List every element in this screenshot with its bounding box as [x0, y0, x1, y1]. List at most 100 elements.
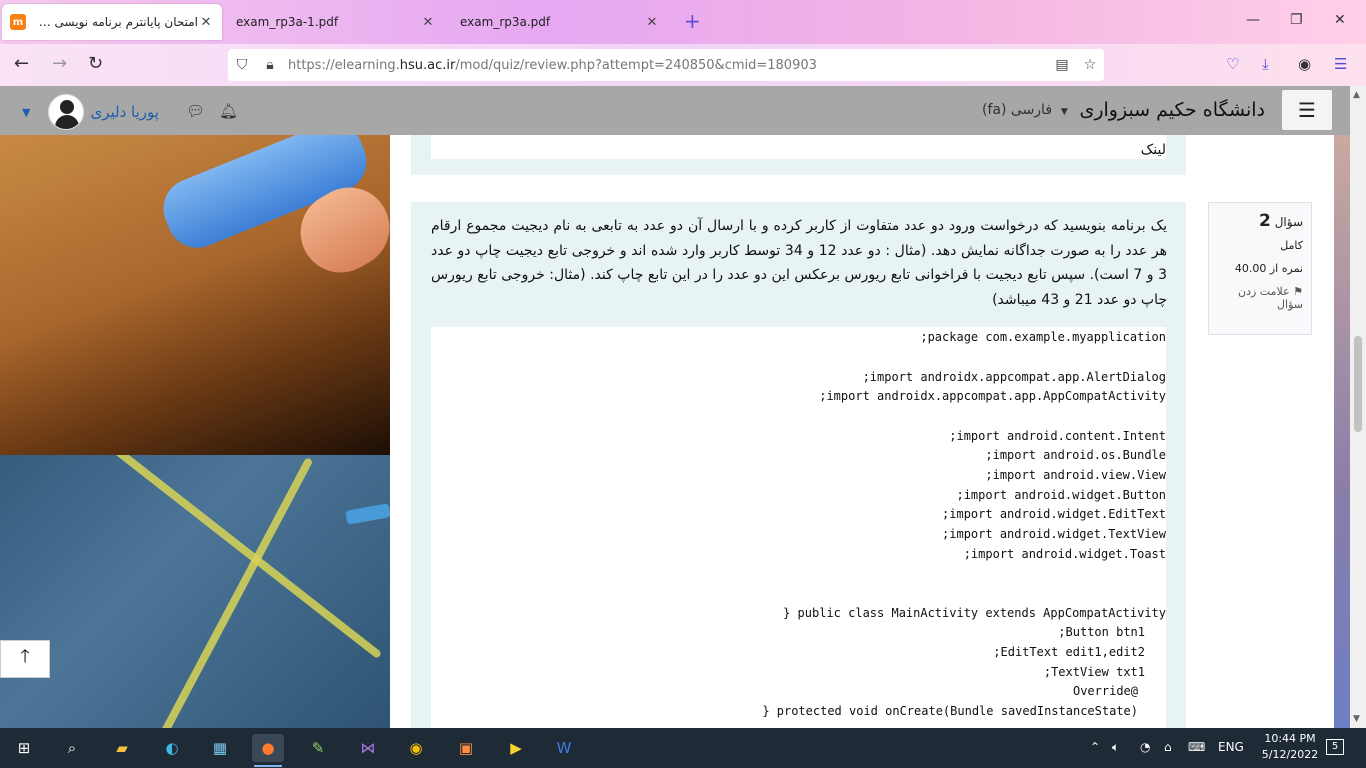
window-close-icon[interactable]: ✕ [1334, 12, 1346, 28]
app-icon[interactable]: ✎ [302, 734, 334, 762]
code-line: ;import android.widget.Button [956, 488, 1166, 502]
scroll-down-icon[interactable]: ▼ [1353, 714, 1360, 724]
code-line: ;TextView txt1 [1043, 665, 1145, 679]
new-tab-plus-icon[interactable]: + [684, 10, 701, 32]
code-line: } protected void onCreate(Bundle savedIn… [762, 704, 1138, 718]
clock[interactable]: 10:44 PM 5/12/2022 [1255, 731, 1325, 763]
volume-icon[interactable]: 🔈︎ [1112, 740, 1119, 755]
code-line: } public class MainActivity extends AppC… [783, 606, 1166, 620]
reload-icon[interactable]: ↻ [88, 54, 103, 74]
code-line: ;import android.widget.Toast [963, 547, 1166, 561]
code-line: ;package com.example.myapplication [920, 330, 1166, 344]
bookmark-star-icon[interactable]: ☆ [1076, 57, 1104, 73]
avatar[interactable] [48, 94, 85, 130]
minimize-icon[interactable]: — [1246, 12, 1260, 28]
office-app-icon[interactable]: ▣ [450, 734, 482, 762]
tray-chevron-icon[interactable]: ⌃ [1090, 740, 1100, 754]
edge-icon[interactable]: ◐ [156, 734, 188, 762]
reader-view-icon[interactable]: ▤ [1048, 57, 1076, 73]
lock-icon[interactable]: 🔒︎ [256, 57, 284, 73]
question-content: یک برنامه بنویسید که درخواست ورود دو عدد… [411, 202, 1186, 728]
extension-icon[interactable]: ◉ [1298, 55, 1311, 73]
tab-title: exam_rp3a-1.pdf [236, 15, 339, 29]
link-label[interactable]: لینک [1141, 142, 1166, 158]
scroll-thumb[interactable] [1354, 336, 1362, 432]
arrow-up-icon: 🡑 [20, 646, 30, 667]
visual-studio-icon[interactable]: ⋈ [352, 734, 384, 762]
tab-close-icon[interactable]: ✕ [420, 15, 436, 30]
store-icon[interactable]: ▦ [204, 734, 236, 762]
previous-question-footer: لینک [411, 135, 1186, 175]
flag-icon[interactable]: ⚑ [1293, 285, 1303, 298]
pocket-icon[interactable]: ♡ [1226, 55, 1239, 73]
restore-icon[interactable]: ❐ [1290, 12, 1303, 28]
media-player-icon[interactable]: ▶ [500, 734, 532, 762]
code-line: ;import android.widget.TextView [942, 527, 1166, 541]
chalk-line-shape [77, 455, 383, 660]
previous-answer-area [431, 135, 1166, 159]
code-line: ;EditText edit1,edit2 [993, 645, 1145, 659]
notification-center-icon[interactable]: 5 [1326, 739, 1344, 755]
page-scrollbar[interactable]: ▲ ▼ [1350, 86, 1366, 728]
back-arrow-icon[interactable]: ← [14, 54, 29, 74]
browser-toolbar: ← → ↻ ⛉ 🔒︎ https://elearning.hsu.ac.ir/m… [0, 44, 1366, 86]
language-menu[interactable]: ▼ فارسی (fa) [982, 102, 1068, 118]
tab-pdf-2[interactable]: exam_rp3a.pdf ✕ [450, 4, 670, 40]
site-header: ▼ پوریا دلیری 💬︎ 🔔︎ ▼ فارسی (fa) دانشگاه… [0, 86, 1350, 135]
address-bar[interactable]: ⛉ 🔒︎ https://elearning.hsu.ac.ir/mod/qui… [228, 49, 1104, 81]
moodle-favicon-icon: m [10, 14, 26, 30]
menu-icon[interactable]: ☰ [1334, 55, 1347, 73]
download-icon[interactable]: ⤓ [1262, 55, 1269, 73]
language-indicator[interactable]: ENG [1218, 740, 1244, 754]
wifi-icon[interactable]: ◔ [1140, 740, 1150, 754]
quiz-review-content: لینک یک برنامه بنویسید که درخواست ورود د… [390, 135, 1334, 728]
code-line: ;import androidx.appcompat.app.AlertDial… [862, 370, 1166, 384]
file-explorer-icon[interactable]: ▰ [106, 734, 138, 762]
windows-taskbar: ⊞ ⌕ ▰ ◐ ▦ ● ✎ ⋈ ◉ ▣ ▶ W ⌃ 🔈︎ ◔ ⌂ ⌨ ENG 1… [0, 728, 1366, 768]
tab-close-icon[interactable]: ✕ [198, 15, 214, 30]
code-line: ;import android.content.Intent [949, 429, 1166, 443]
code-line: ;Button btn1 [1058, 625, 1145, 639]
tab-pdf-1[interactable]: exam_rp3a-1.pdf ✕ [226, 4, 446, 40]
notifications-bell-icon[interactable]: 🔔︎ [219, 102, 238, 120]
back-to-top-button[interactable]: 🡑 [0, 640, 50, 678]
search-icon[interactable]: ⌕ [56, 734, 88, 762]
question-grade: نمره از 40.00 [1234, 262, 1303, 275]
firefox-icon[interactable]: ● [252, 734, 284, 767]
tab-title: exam_rp3a.pdf [460, 15, 551, 29]
forward-arrow-icon[interactable]: → [52, 54, 67, 74]
chevron-down-icon[interactable]: ▼ [22, 106, 30, 119]
question-info-panel: سؤال 2 کامل نمره از 40.00 ⚑ علامت زدن سؤ… [1208, 202, 1312, 335]
flag-question[interactable]: ⚑ علامت زدن سؤال [1213, 285, 1303, 311]
tab-quiz-review[interactable]: m امتحان پایانترم برنامه نویسی سیار ✕ [2, 4, 222, 40]
scroll-up-icon[interactable]: ▲ [1353, 90, 1360, 100]
messages-icon[interactable]: 💬︎ [186, 102, 205, 120]
windows-start-icon[interactable]: ⊞ [8, 734, 40, 762]
url-text[interactable]: https://elearning.hsu.ac.ir/mod/quiz/rev… [284, 58, 1048, 73]
hamburger-menu-button[interactable]: ☰ [1282, 90, 1332, 130]
chrome-icon[interactable]: ◉ [400, 734, 432, 762]
background-chalk-image [0, 113, 404, 455]
tab-title: امتحان پایانترم برنامه نویسی سیار [32, 15, 198, 29]
chalk-piece-shape [345, 503, 390, 525]
user-menu[interactable]: ▼ پوریا دلیری [22, 94, 159, 130]
background-chalkboard-image [0, 455, 390, 728]
code-line: ;import android.os.Bundle [985, 448, 1166, 462]
question-number: سؤال 2 [1259, 211, 1303, 231]
keyboard-icon[interactable]: ⌨ [1188, 740, 1205, 754]
code-line: ;import androidx.appcompat.app.AppCompat… [819, 389, 1166, 403]
word-icon[interactable]: W [548, 734, 580, 762]
code-line: ;import android.view.View [985, 468, 1166, 482]
network-icon[interactable]: ⌂ [1164, 740, 1172, 754]
code-line: ;import android.widget.EditText [942, 507, 1166, 521]
shield-icon[interactable]: ⛉ [228, 57, 256, 73]
browser-tab-strip: m امتحان پایانترم برنامه نویسی سیار ✕ ex… [0, 0, 1366, 44]
answer-code-area: ;package com.example.myapplication ;impo… [431, 327, 1166, 728]
tab-close-icon[interactable]: ✕ [644, 15, 660, 30]
question-state: کامل [1280, 239, 1303, 252]
site-name[interactable]: دانشگاه حکیم سبزواری [1060, 99, 1265, 121]
question-text: یک برنامه بنویسید که درخواست ورود دو عدد… [431, 218, 1167, 308]
background-right-band [1334, 135, 1350, 728]
code-line: Override@ [1072, 684, 1138, 698]
user-name[interactable]: پوریا دلیری [90, 103, 158, 121]
